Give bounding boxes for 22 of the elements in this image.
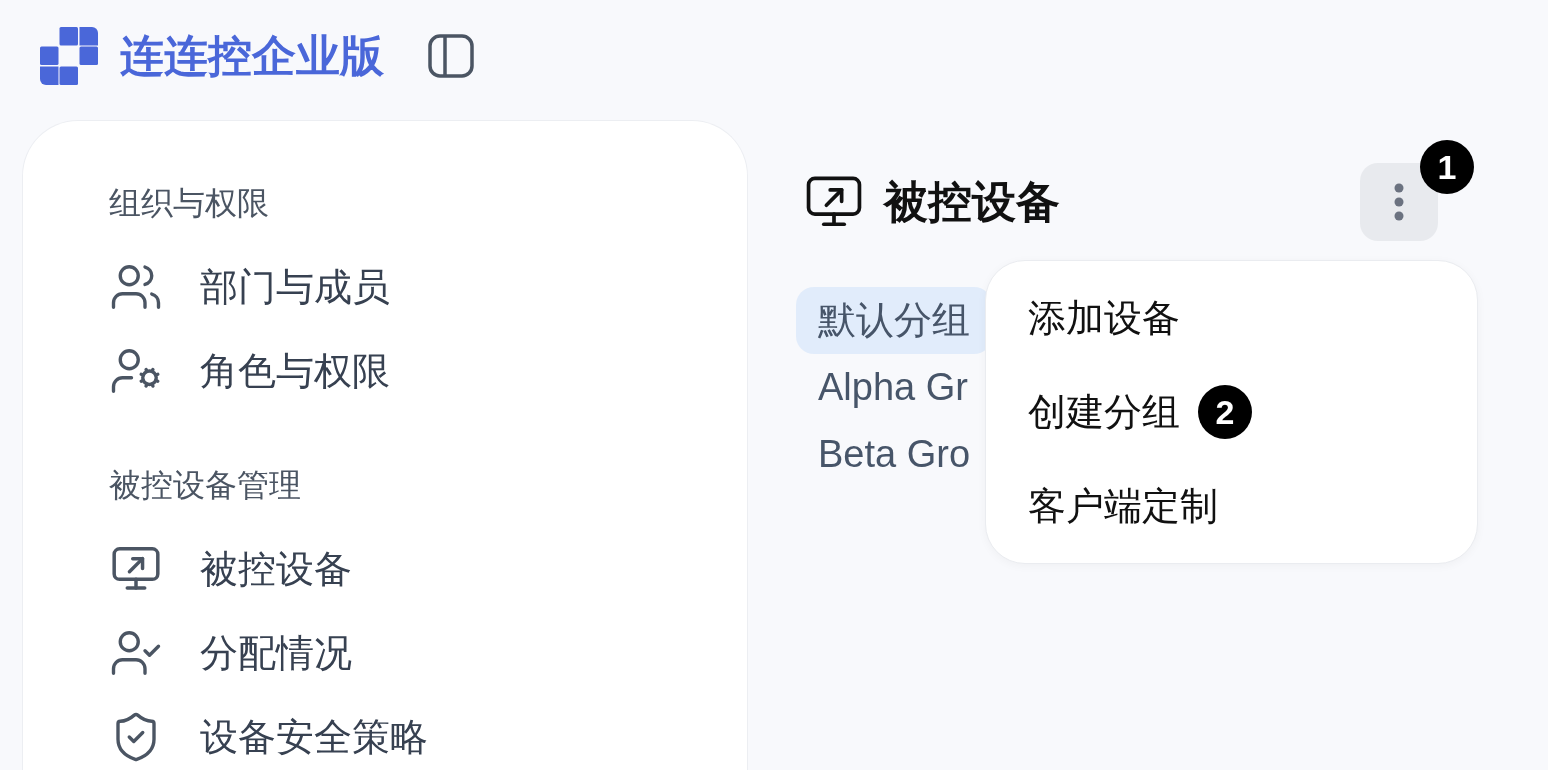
step-badge: 1 <box>1420 140 1474 194</box>
more-button[interactable] <box>1360 163 1438 241</box>
logo-icon <box>40 27 98 85</box>
step-badge: 2 <box>1198 385 1252 439</box>
panel-left-icon <box>428 34 474 78</box>
sidebar-section-title: 组织与权限 <box>109 184 269 223</box>
menu-item[interactable]: 添加设备 <box>1028 295 1180 341</box>
group-item[interactable]: Alpha Gr <box>796 354 992 421</box>
menu-item[interactable]: 客户端定制 <box>1028 483 1218 529</box>
sidebar-toggle-button[interactable] <box>428 34 474 78</box>
more-vertical-icon <box>1394 183 1404 221</box>
sidebar-nav-item[interactable]: 角色与权限 <box>109 344 390 398</box>
product-name: 连连控企业版 <box>120 34 384 78</box>
menu-item[interactable]: 创建分组 <box>1028 389 1180 435</box>
monitor-arrow-icon <box>112 545 160 593</box>
group-item[interactable]: Beta Gro <box>796 421 992 488</box>
page-title: 被控设备 <box>884 180 1060 224</box>
sidebar-nav-item[interactable]: 被控设备 <box>109 545 352 593</box>
sidebar-nav-item[interactable]: 部门与成员 <box>109 260 390 314</box>
sidebar-nav-item[interactable]: 分配情况 <box>109 626 352 680</box>
sidebar-nav-item[interactable]: 设备安全策略 <box>109 710 428 764</box>
sidebar-section-title: 被控设备管理 <box>109 466 301 505</box>
